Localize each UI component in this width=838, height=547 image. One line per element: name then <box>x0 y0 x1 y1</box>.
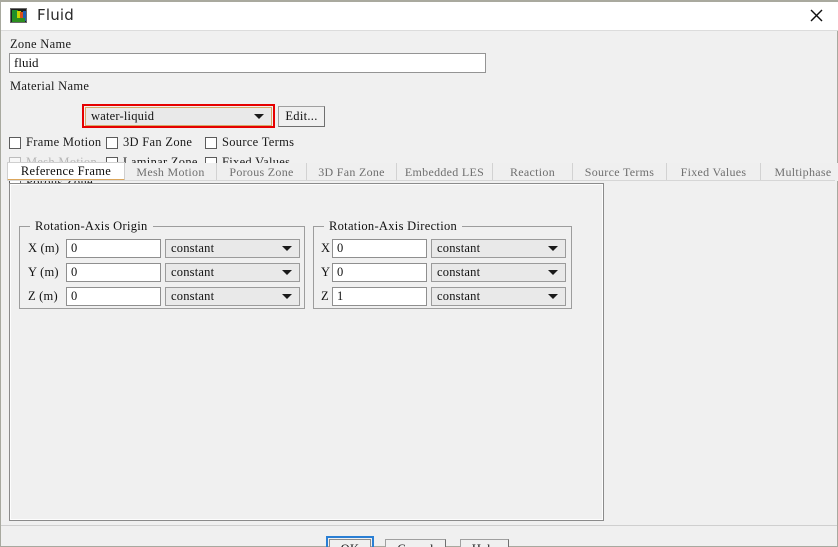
chevron-down-icon <box>548 246 558 251</box>
method-value: constant <box>171 241 215 255</box>
title-bar-top-accent <box>1 0 838 2</box>
direction-row-x: X constant <box>321 239 566 258</box>
tab-bar: Reference Frame Mesh Motion Porous Zone … <box>7 162 838 181</box>
tab-bar-underline <box>7 180 835 181</box>
tab-label: Fixed Values <box>680 164 747 179</box>
field-label: X <box>321 241 331 255</box>
method-value: constant <box>437 289 481 303</box>
origin-y-input[interactable] <box>66 263 161 282</box>
tab-embedded-les[interactable]: Embedded LES <box>397 163 493 181</box>
method-value: constant <box>171 289 215 303</box>
tab-porous-zone[interactable]: Porous Zone <box>217 163 307 181</box>
field-label: Z <box>321 289 329 303</box>
zone-name-input[interactable] <box>9 53 486 73</box>
direction-z-method-dropdown[interactable]: constant <box>431 287 566 306</box>
tab-reaction[interactable]: Reaction <box>493 163 573 181</box>
reference-frame-panel: Rotation-Axis Origin X (m) constant Y (m… <box>9 183 604 521</box>
tab-label: 3D Fan Zone <box>318 164 385 179</box>
fluid-dialog-window: Fluid Zone Name Material Name water-liqu… <box>0 0 838 547</box>
checkbox-label: Source Terms <box>222 135 295 149</box>
origin-row-y: Y (m) constant <box>28 263 300 282</box>
chevron-down-icon <box>282 270 292 275</box>
ok-button[interactable]: OK <box>325 535 375 547</box>
dialog-button-bar: OK Cancel Help <box>1 529 837 547</box>
group-title: Rotation-Axis Origin <box>30 219 153 234</box>
chevron-down-icon <box>548 270 558 275</box>
direction-row-y: Y constant <box>321 263 566 282</box>
field-label: Y (m) <box>28 265 59 279</box>
zone-name-label: Zone Name <box>10 37 72 51</box>
field-label: X (m) <box>28 241 60 255</box>
direction-x-method-dropdown[interactable]: constant <box>431 239 566 258</box>
tab-label: Multiphase <box>774 164 832 179</box>
origin-x-input[interactable] <box>66 239 161 258</box>
origin-row-z: Z (m) constant <box>28 287 300 306</box>
origin-z-method-dropdown[interactable]: constant <box>165 287 300 306</box>
title-bar: Fluid <box>1 0 838 31</box>
tab-label: Reference Frame <box>20 163 112 178</box>
method-value: constant <box>171 265 215 279</box>
direction-y-method-dropdown[interactable]: constant <box>431 263 566 282</box>
dialog-body: Zone Name Material Name water-liquid Edi… <box>1 31 838 547</box>
origin-y-method-dropdown[interactable]: constant <box>165 263 300 282</box>
close-button[interactable] <box>794 0 838 30</box>
tab-label: Source Terms <box>584 164 655 179</box>
tab-multiphase[interactable]: Multiphase <box>761 163 838 181</box>
close-icon <box>810 9 823 21</box>
direction-x-input[interactable] <box>332 239 427 258</box>
material-edit-button[interactable]: Edit... <box>278 106 325 127</box>
checkbox-box-icon <box>106 136 118 149</box>
tab-reference-frame[interactable]: Reference Frame <box>7 162 125 181</box>
help-button[interactable]: Help <box>459 538 510 547</box>
chevron-down-icon <box>282 294 292 299</box>
direction-y-input[interactable] <box>332 263 427 282</box>
rotation-axis-direction-group: Rotation-Axis Direction X constant Y con… <box>313 219 572 309</box>
window-title: Fluid <box>37 6 74 24</box>
checkbox-frame-motion[interactable]: Frame Motion <box>9 135 101 150</box>
tab-label: Embedded LES <box>404 164 485 179</box>
origin-z-input[interactable] <box>66 287 161 306</box>
chevron-down-icon <box>282 246 292 251</box>
tab-label: Mesh Motion <box>136 164 205 179</box>
fluent-app-icon <box>10 7 27 23</box>
tab-label: Reaction <box>509 164 556 179</box>
rotation-axis-origin-group: Rotation-Axis Origin X (m) constant Y (m… <box>19 219 305 309</box>
material-name-dropdown[interactable]: water-liquid <box>85 107 272 126</box>
material-name-label: Material Name <box>10 79 90 93</box>
group-title: Rotation-Axis Direction <box>324 219 463 234</box>
checkbox-3d-fan-zone[interactable]: 3D Fan Zone <box>106 135 192 150</box>
cancel-button[interactable]: Cancel <box>385 538 446 547</box>
field-label: Y <box>321 265 331 279</box>
bottom-separator <box>1 525 837 526</box>
checkbox-box-icon <box>205 136 217 149</box>
tab-label: Porous Zone <box>229 164 294 179</box>
origin-row-x: X (m) constant <box>28 239 300 258</box>
tab-fixed-values[interactable]: Fixed Values <box>667 163 761 181</box>
origin-x-method-dropdown[interactable]: constant <box>165 239 300 258</box>
chevron-down-icon <box>548 294 558 299</box>
checkbox-source-terms[interactable]: Source Terms <box>205 135 294 150</box>
checkbox-label: 3D Fan Zone <box>123 135 193 149</box>
material-name-value: water-liquid <box>91 109 155 123</box>
checkbox-box-icon <box>9 136 21 149</box>
method-value: constant <box>437 241 481 255</box>
tab-3d-fan-zone[interactable]: 3D Fan Zone <box>307 163 397 181</box>
direction-z-input[interactable] <box>332 287 427 306</box>
checkbox-label: Frame Motion <box>26 135 102 149</box>
tab-mesh-motion[interactable]: Mesh Motion <box>125 163 217 181</box>
chevron-down-icon <box>254 114 264 119</box>
field-label: Z (m) <box>28 289 58 303</box>
method-value: constant <box>437 265 481 279</box>
direction-row-z: Z constant <box>321 287 566 306</box>
tab-source-terms[interactable]: Source Terms <box>573 163 667 181</box>
